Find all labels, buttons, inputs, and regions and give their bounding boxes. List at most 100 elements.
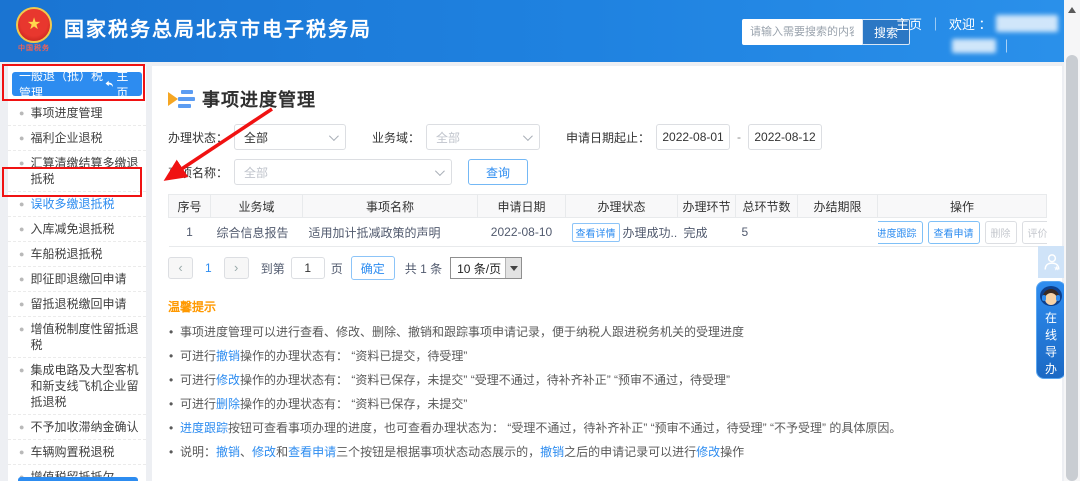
column-header: 办理环节 (677, 194, 736, 218)
tip-text: 操作的办理状态有： “资料已提交，待受理” (240, 349, 468, 363)
bullet-icon: ● (19, 299, 25, 309)
tip-link[interactable]: 撤销 (216, 445, 240, 459)
tip-text: 操作的办理状态有： “资料已保存，未提交” “受理不通过，待补齐补正” “预审不… (240, 373, 731, 387)
sidebar-item-label: 事项进度管理 (30, 106, 103, 120)
sidebar-item[interactable]: ● 车辆购置税退税 (8, 440, 146, 465)
sidebar-menu: ● 事项进度管理 ● 福利企业退税 ● 汇算清缴结算多缴退抵税 ● 误收多缴退抵税 ● 入库减免退… (8, 101, 146, 481)
back-home-button[interactable]: 主页 (105, 67, 135, 101)
table-header-row: 序号 业务域 事项名称 申请日期 办理状态 办理环节 总环节数 办结期限 操作 (168, 194, 1047, 218)
tip-text: 操作 (720, 445, 745, 459)
sidebar-item[interactable]: ● 留抵退税缴回申请 (8, 292, 146, 317)
query-button[interactable]: 查询 (468, 159, 529, 185)
header-search: 搜索 (742, 19, 910, 45)
tip-item: 可进行修改操作的办理状态有： “资料已保存，未提交” “受理不通过，待补齐补正”… (168, 373, 1046, 388)
bullet-icon: ● (19, 224, 25, 234)
tip-text: 可进行 (180, 349, 217, 363)
search-input[interactable] (742, 19, 862, 45)
sidebar-item[interactable]: ● 汇算清缴结算多缴退抵税 (8, 151, 146, 192)
tip-link[interactable]: 修改 (696, 445, 720, 459)
tip-link[interactable]: 撤销 (540, 445, 564, 459)
sidebar-section-title: 一般退（抵）税管理 (19, 69, 104, 100)
cell-item-name: 适用加计抵减政策的声明 (302, 217, 478, 247)
sidebar-item-label: 车辆购置税退税 (30, 445, 115, 459)
confirm-page-button[interactable]: 确定 (350, 256, 395, 280)
pagination: ‹ 1 › 到第 页 确定 共 1 条 10 条/页 (168, 256, 1046, 280)
online-guide-widget[interactable]: 在线导办 (1036, 281, 1066, 379)
bullet-icon: ● (19, 133, 25, 143)
tip-link[interactable]: 撤销 (216, 349, 240, 363)
column-header: 申请日期 (477, 194, 566, 218)
bullet-icon: ● (19, 274, 25, 284)
cell-status: 查看详情 办理成功... (565, 217, 678, 247)
tip-text: 三个按钮是根据事项状态动态展示的， (336, 445, 541, 459)
sidebar-item[interactable]: ● 增值税制度性留抵退税 (8, 317, 146, 358)
action-button: 删除 (984, 220, 1017, 244)
vertical-scrollbar[interactable] (1064, 0, 1080, 481)
tip-link[interactable]: 修改 (216, 373, 240, 387)
home-link[interactable]: 主页 (896, 14, 922, 33)
tip-link[interactable]: 查看申请 (288, 445, 336, 459)
tip-link[interactable]: 修改 (252, 445, 276, 459)
cell-deadline (797, 217, 878, 247)
date-end-input[interactable] (748, 124, 823, 150)
sidebar-section-header[interactable]: 一般退（抵）税管理 主页 (12, 69, 142, 100)
reply-arrow-icon (105, 80, 113, 88)
sidebar-item[interactable]: ● 不予加收滞纳金确认 (8, 415, 146, 440)
tip-text: 说明： (180, 445, 217, 459)
chevron-down-icon (328, 130, 339, 141)
scroll-up-arrow-icon[interactable] (1068, 7, 1076, 13)
sidebar-item[interactable]: ● 即征即退缴回申请 (8, 267, 146, 292)
cell-seq: 1 (168, 217, 211, 247)
next-section-strip (18, 477, 138, 481)
column-header: 序号 (168, 194, 211, 218)
bullet-icon: ● (19, 199, 25, 209)
status-select[interactable]: 全部 (234, 124, 347, 150)
sidebar-item[interactable]: ● 事项进度管理 (8, 101, 146, 126)
tip-item: 进度跟踪按钮可查看事项办理的进度，也可查看办理状态为： “受理不通过，待补齐补正… (168, 421, 1046, 436)
date-start-input[interactable] (656, 124, 731, 150)
tip-text: 可进行 (180, 397, 217, 411)
page-size-select[interactable]: 10 条/页 (450, 257, 523, 279)
separator: ｜ (929, 17, 943, 32)
separator: ｜ (1000, 39, 1014, 54)
action-button[interactable]: 查看申请 (927, 220, 980, 244)
sidebar-item[interactable]: ● 入库减免退抵税 (8, 217, 146, 242)
scrollbar-thumb[interactable] (1066, 55, 1078, 481)
cell-date: 2022-08-10 (477, 217, 566, 247)
item-name-select[interactable]: 全部 (234, 159, 453, 185)
prev-page-button[interactable]: ‹ (168, 257, 193, 279)
tip-text: 事项进度管理可以进行查看、修改、删除、撤销和跟踪事项申请记录，便于纳税人跟进税务… (180, 325, 745, 339)
column-header: 办理状态 (565, 194, 678, 218)
view-detail-button[interactable]: 查看详情 (571, 222, 620, 242)
sidebar-item-label: 不予加收滞纳金确认 (30, 420, 139, 434)
tip-link[interactable]: 删除 (216, 397, 240, 411)
sidebar-item[interactable]: ● 车船税退抵税 (8, 242, 146, 267)
sidebar-item[interactable]: ● 福利企业退税 (8, 126, 146, 151)
next-page-button[interactable]: › (223, 257, 249, 279)
cell-actions: 进度跟踪 查看申请 删除 评价 (877, 217, 1047, 247)
bullet-icon: ● (19, 422, 25, 432)
page-size-value: 10 条/页 (457, 261, 502, 276)
domain-select[interactable]: 全部 (426, 124, 541, 150)
sidebar-item-label: 误收多缴退抵税 (30, 197, 115, 211)
status-filter-label: 办理状态： (168, 130, 229, 145)
goto-suffix-label: 页 (330, 261, 343, 276)
action-button[interactable]: 进度跟踪 (877, 220, 923, 244)
tip-text: 可进行 (180, 373, 217, 387)
page-number[interactable]: 1 (205, 261, 212, 275)
sidebar-item-label: 集成电路及大型客机和新支线飞机企业留抵退税 (30, 363, 139, 409)
actions-wrap: 进度跟踪 查看申请 删除 评价 (877, 220, 1047, 244)
sidebar-item[interactable]: ● 集成电路及大型客机和新支线飞机企业留抵退税 (8, 358, 146, 415)
member-badge-button[interactable]: ★ (1038, 246, 1066, 278)
tip-link[interactable]: 进度跟踪 (180, 421, 228, 435)
goto-page-input[interactable] (290, 257, 325, 279)
tips-list: 事项进度管理可以进行查看、修改、删除、撤销和跟踪事项申请记录，便于纳税人跟进税务… (168, 325, 1046, 460)
action-button: 评价 (1021, 220, 1047, 244)
domain-filter-label: 业务域： (372, 130, 421, 145)
national-emblem-logo: ★ 中国税务 (14, 5, 54, 57)
list-play-icon (168, 89, 195, 109)
date-separator: - (737, 130, 742, 144)
sidebar-item[interactable]: ● 误收多缴退抵税 (8, 192, 146, 217)
column-header: 总环节数 (735, 194, 798, 218)
brand: ★ 中国税务 国家税务总局北京市电子税务局 (14, 5, 372, 57)
